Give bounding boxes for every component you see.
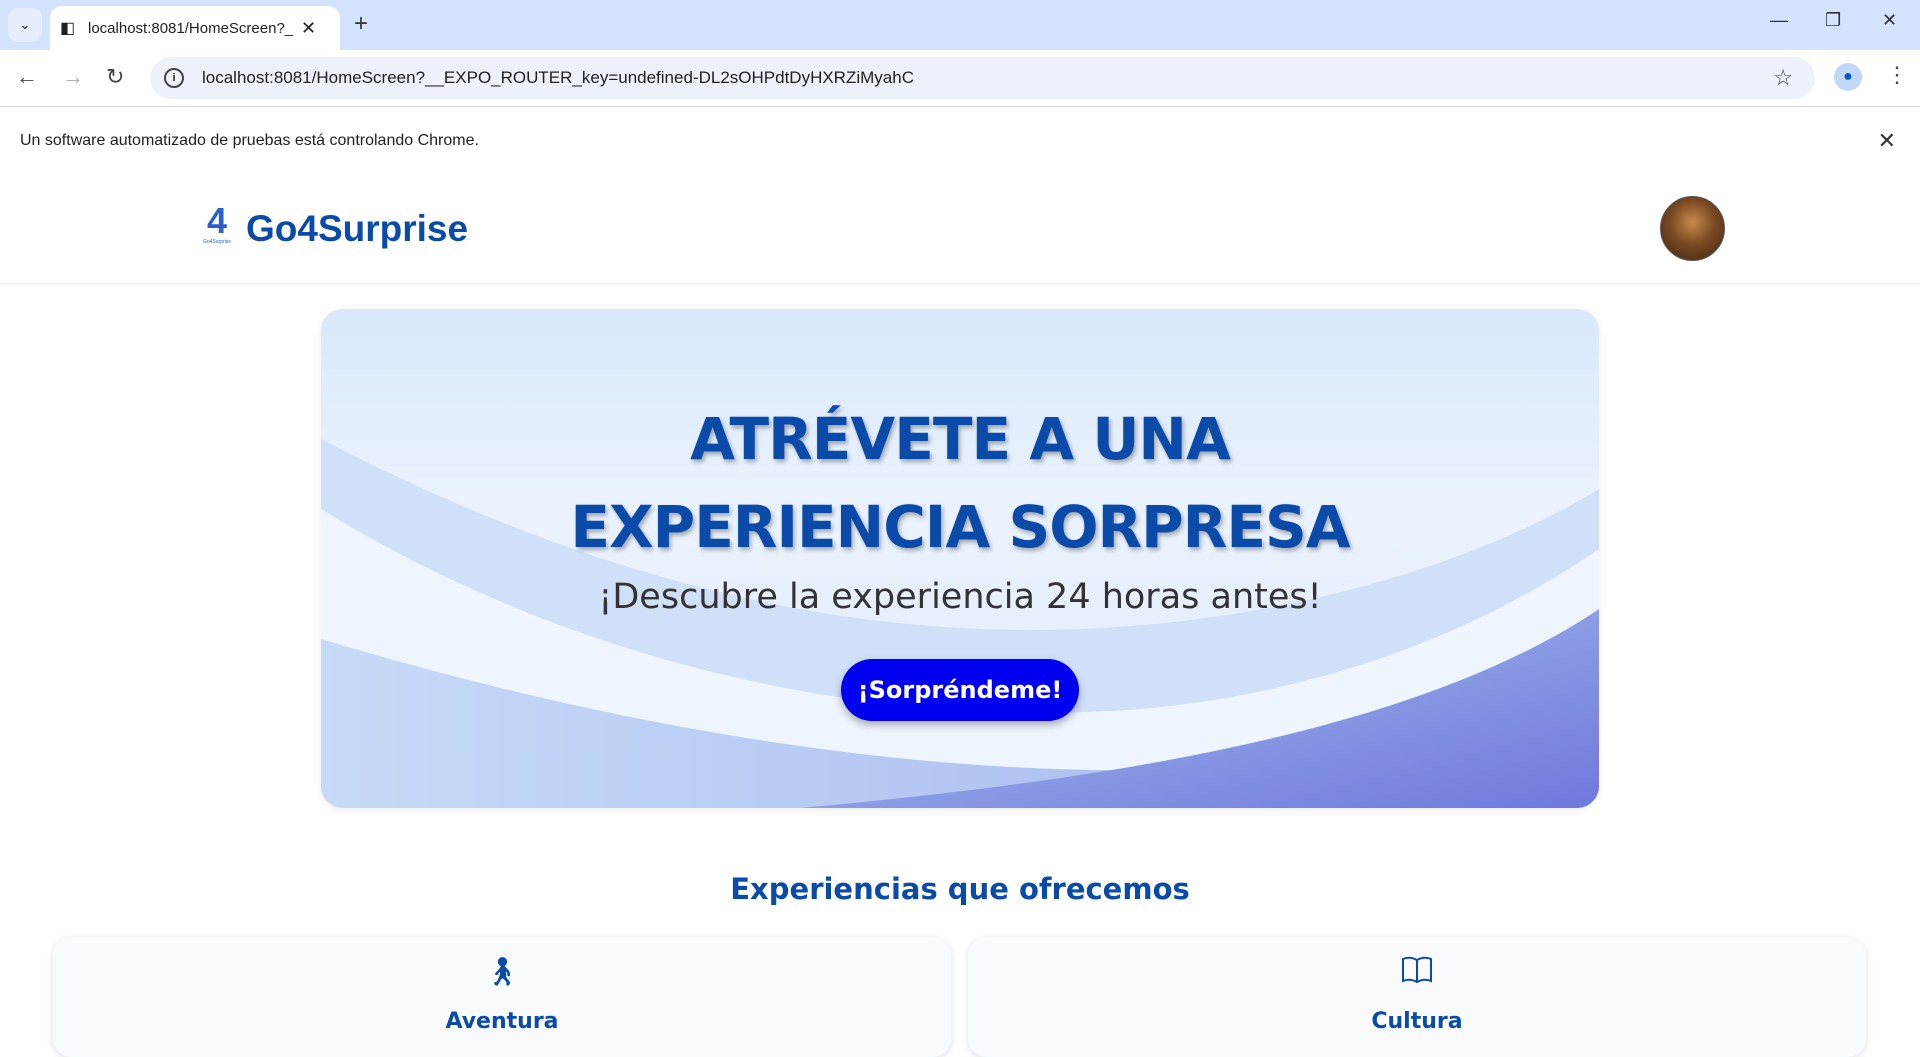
tab-strip: ⌄ ◧ localhost:8081/HomeScreen?__EXPO_ROU… xyxy=(0,0,1920,50)
address-bar[interactable]: i localhost:8081/HomeScreen?__EXPO_ROUTE… xyxy=(150,57,1815,99)
card-label: Cultura xyxy=(1371,1009,1463,1034)
reload-button[interactable]: ↻ xyxy=(106,64,124,90)
hero-subtitle: ¡Descubre la experiencia 24 horas antes! xyxy=(598,577,1322,617)
favicon-icon: ◧ xyxy=(60,20,76,37)
section-title: Experiencias que ofrecemos xyxy=(730,872,1190,906)
close-window-button[interactable]: ✕ xyxy=(1882,10,1897,31)
new-tab-button[interactable]: + xyxy=(354,10,368,38)
toolbar: ← → ↻ i localhost:8081/HomeScreen?__EXPO… xyxy=(0,50,1920,107)
profile-icon[interactable]: ● xyxy=(1834,63,1862,91)
url-text: localhost:8081/HomeScreen?__EXPO_ROUTER_… xyxy=(202,68,914,87)
minimize-button[interactable]: — xyxy=(1770,10,1788,31)
close-tab-icon[interactable]: ✕ xyxy=(301,18,316,39)
experience-card-cultura[interactable]: Cultura xyxy=(968,937,1866,1057)
back-button[interactable]: ← xyxy=(16,64,38,90)
surprise-me-button[interactable]: ¡Sorpréndeme! xyxy=(841,659,1079,721)
automation-infobar: Un software automatizado de pruebas está… xyxy=(0,107,1920,174)
restore-button[interactable]: ❐ xyxy=(1825,10,1841,31)
bookmark-star-icon[interactable]: ☆ xyxy=(1773,65,1793,91)
brand-title: Go4Surprise xyxy=(246,208,469,249)
hero-title-line2: EXPERIENCIA SORPRESA xyxy=(570,493,1350,561)
close-infobar-icon[interactable]: ✕ xyxy=(1878,128,1896,154)
hero-title-line1: ATRÉVETE A UNA xyxy=(690,405,1231,473)
experience-card-aventura[interactable]: 🚶︎ Aventura xyxy=(53,937,951,1057)
tab-title: localhost:8081/HomeScreen?__EXPO_ROUTER_… xyxy=(88,19,293,37)
card-label: Aventura xyxy=(445,1009,559,1034)
walking-person-icon: 🚶︎ xyxy=(484,956,520,987)
browser-tab[interactable]: ◧ localhost:8081/HomeScreen?__EXPO_ROUTE… xyxy=(50,6,340,50)
avatar[interactable] xyxy=(1660,196,1725,261)
forward-button[interactable]: → xyxy=(62,64,84,90)
menu-icon[interactable]: ⋮ xyxy=(1886,62,1908,88)
book-icon xyxy=(968,955,1866,989)
app-header: 4 Go4Surprise Go4Surprise xyxy=(0,174,1920,284)
infobar-text: Un software automatizado de pruebas está… xyxy=(20,131,479,149)
hero-banner: ATRÉVETE A UNA EXPERIENCIA SORPRESA ¡Des… xyxy=(321,309,1599,808)
logo[interactable]: 4 Go4Surprise xyxy=(200,203,234,250)
tab-search-button[interactable]: ⌄ xyxy=(8,8,42,42)
site-info-icon[interactable]: i xyxy=(164,68,184,88)
